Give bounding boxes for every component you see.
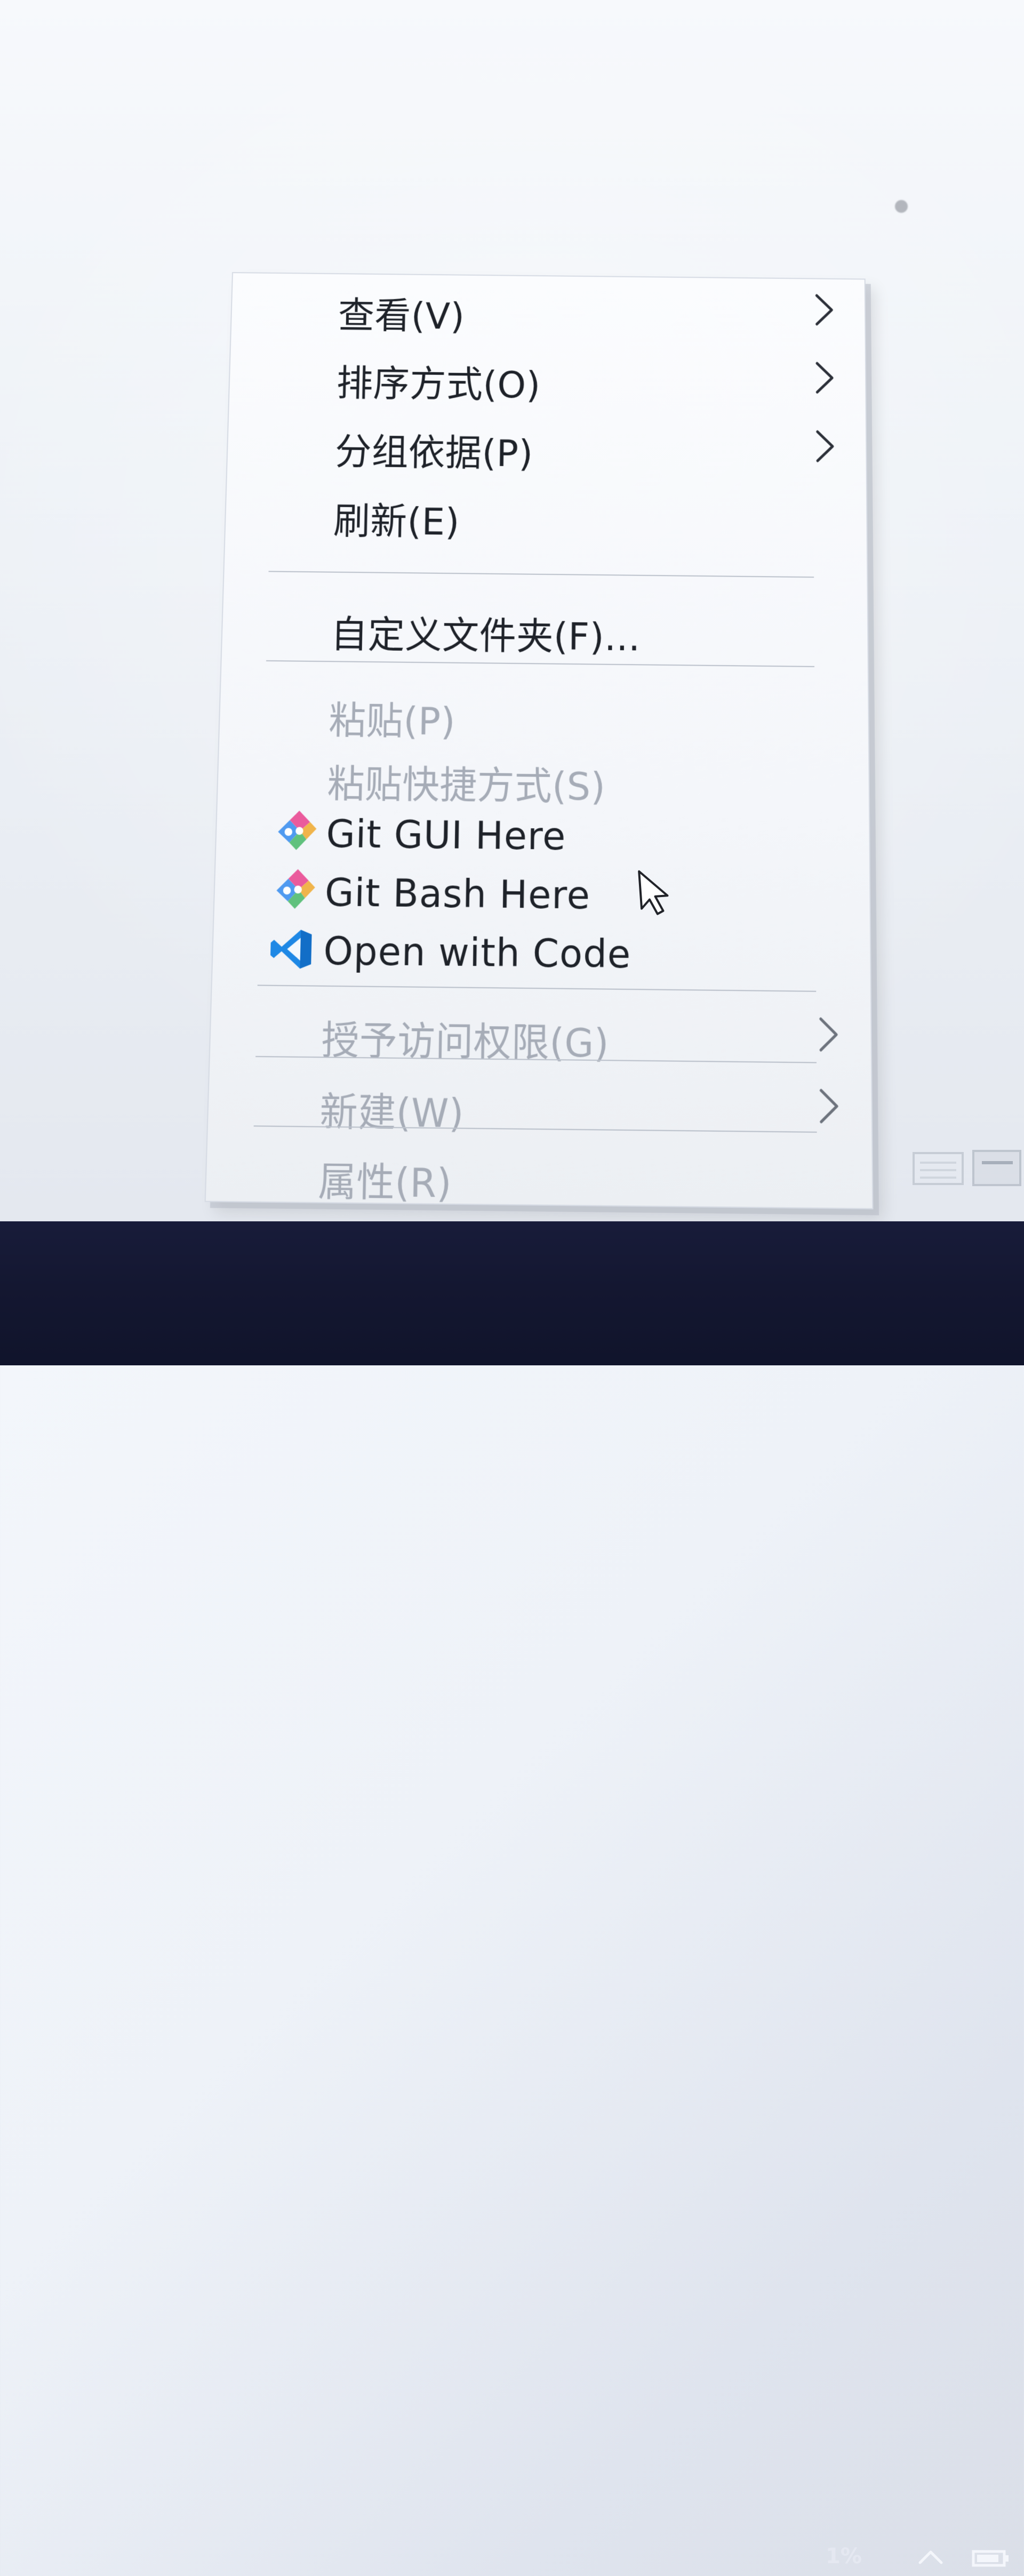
menu-item-label: 分组依据(P) — [334, 431, 534, 476]
git-icon — [269, 869, 316, 913]
menu-item-new[interactable]: 新建(W) — [207, 1066, 871, 1141]
menu-item-label: 刷新(E) — [333, 500, 460, 545]
vscode-icon — [268, 927, 314, 971]
system-tray-icons[interactable] — [909, 2539, 1016, 2576]
context-menu[interactable]: 查看(V) 排序方式(O) 分组依据(P) 刷新(E) 自定义文件夹(F)... — [204, 272, 874, 1212]
menu-item-label: Git Bash Here — [324, 870, 591, 918]
menu-item-customize-folder[interactable]: 自定义文件夹(F)... — [222, 590, 868, 662]
menu-item-paste[interactable]: 粘贴(P) — [219, 676, 868, 749]
taskbar: 1% — [0, 1221, 1024, 2569]
menu-item-label: Git GUI Here — [325, 812, 566, 859]
view-toggle-icons[interactable] — [909, 1141, 1024, 1192]
menu-item-label: 粘贴(P) — [328, 699, 456, 745]
mouse-cursor-icon — [637, 867, 671, 917]
menu-item-grant-access[interactable]: 授予访问权限(G) — [210, 995, 871, 1070]
chevron-right-icon — [812, 292, 836, 327]
menu-item-refresh[interactable]: 刷新(E) — [225, 478, 867, 548]
cpu-usage-value: 1% — [826, 2544, 862, 2569]
chevron-right-icon — [813, 428, 837, 464]
menu-item-label: 新建(W) — [319, 1090, 465, 1137]
menu-item-label: 自定义文件夹(F)... — [330, 613, 641, 660]
chevron-right-icon — [817, 1015, 841, 1054]
menu-item-open-with-code[interactable]: Open with Code — [212, 915, 870, 989]
chevron-right-icon — [813, 360, 836, 395]
desktop-window-area: 查看(V) 排序方式(O) 分组依据(P) 刷新(E) 自定义文件夹(F)... — [0, 0, 1024, 1221]
chevron-right-icon — [817, 1087, 841, 1125]
menu-item-label: 排序方式(O) — [336, 362, 541, 407]
menu-separator — [266, 660, 815, 667]
git-icon — [271, 810, 317, 853]
menu-item-group-by[interactable]: 分组依据(P) — [227, 409, 866, 479]
screen-dust — [895, 200, 908, 213]
menu-item-properties[interactable]: 属性(R) — [206, 1135, 873, 1212]
menu-separator — [268, 571, 814, 578]
menu-item-label: Open with Code — [323, 929, 631, 978]
menu-item-sort-by[interactable]: 排序方式(O) — [229, 341, 866, 410]
menu-item-view[interactable]: 查看(V) — [231, 273, 865, 342]
menu-item-label: 属性(R) — [317, 1159, 452, 1207]
menu-item-label: 查看(V) — [338, 294, 466, 338]
